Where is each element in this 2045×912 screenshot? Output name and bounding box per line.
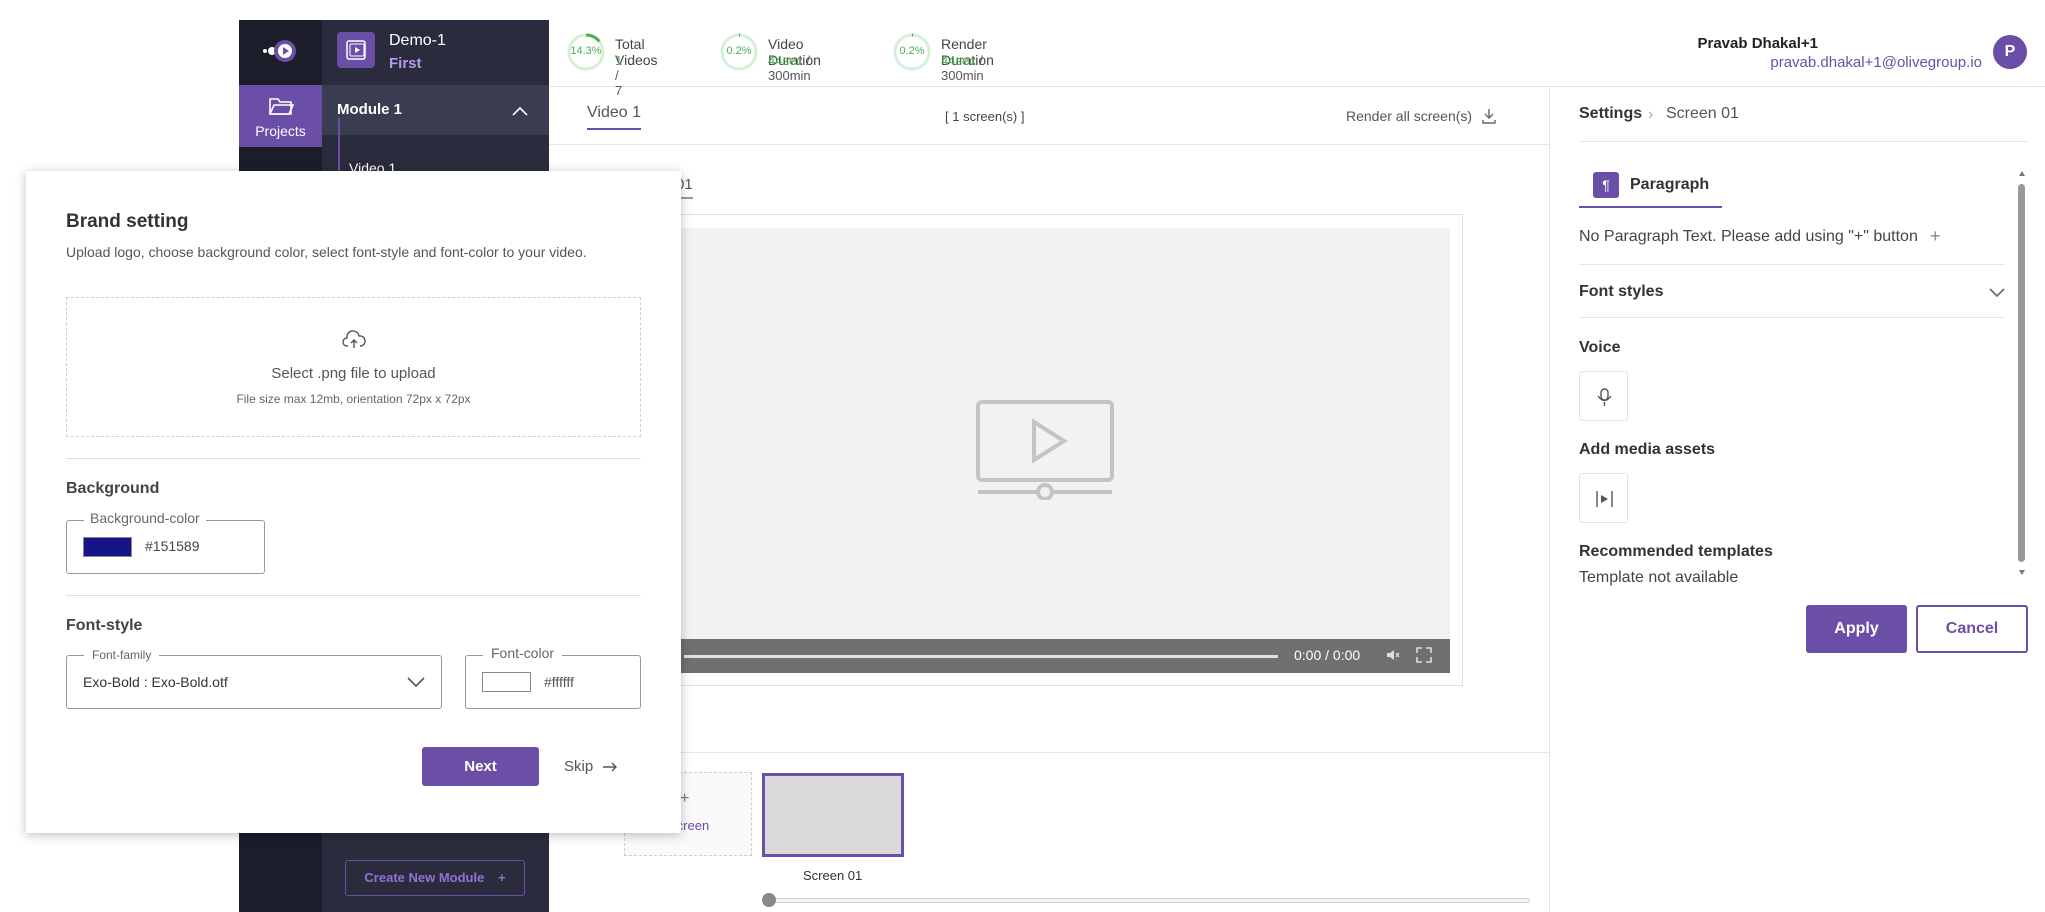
stat-percent: 0.2% xyxy=(899,45,925,57)
font-color-value[interactable]: #ffffff xyxy=(544,674,574,690)
screen-count: [ 1 screen(s) ] xyxy=(945,109,1025,124)
timeline-handle[interactable] xyxy=(762,893,776,907)
chevron-down-icon[interactable] xyxy=(1988,285,2006,303)
tab-video[interactable]: Video 1 xyxy=(587,104,641,130)
thumbnail-divider xyxy=(549,752,1549,753)
recommended-templates-label: Recommended templates xyxy=(1579,543,1773,560)
upload-instruction: Select .png file to upload xyxy=(271,365,436,382)
breadcrumb-screen: Screen 01 xyxy=(1666,105,1739,122)
breadcrumb-divider xyxy=(1579,141,2028,142)
skip-button[interactable]: Skip xyxy=(564,758,593,775)
player-time: 0:00 / 0:00 xyxy=(1294,647,1361,663)
mute-icon[interactable] xyxy=(1385,647,1401,668)
avatar[interactable]: P xyxy=(1993,35,2027,69)
background-color-legend: Background-color xyxy=(84,510,206,526)
add-media-button[interactable] xyxy=(1579,473,1628,523)
cancel-button[interactable]: Cancel xyxy=(1916,605,2028,653)
cloud-upload-icon xyxy=(342,330,366,355)
background-color-value[interactable]: #151589 xyxy=(145,538,200,554)
settings-divider xyxy=(1549,87,1550,912)
nav-projects-label: Projects xyxy=(255,123,306,139)
app-logo[interactable] xyxy=(259,36,301,66)
add-paragraph-icon[interactable]: + xyxy=(1930,226,1941,247)
project-icon xyxy=(337,32,375,68)
modal-divider xyxy=(66,595,641,596)
microphone-icon xyxy=(1597,388,1612,406)
stat-value: 44sec / 300min xyxy=(941,53,984,83)
section-divider xyxy=(1579,264,2005,265)
stat-percent: 14.3% xyxy=(570,45,602,57)
video-placeholder-icon xyxy=(976,400,1114,505)
render-all-button[interactable]: Render all screen(s) xyxy=(1346,108,1472,124)
section-divider xyxy=(1579,317,2005,318)
media-assets-label: Add media assets xyxy=(1579,441,1716,458)
user-name: Pravab Dhakal+1 xyxy=(1697,35,1819,52)
stat-value: 1 / 7 xyxy=(615,53,623,98)
folder-icon xyxy=(268,98,294,115)
plus-icon: + xyxy=(497,870,506,885)
screen-thumbnail-label: Screen 01 xyxy=(803,868,863,883)
font-color-legend: Font-color xyxy=(483,645,563,661)
create-module-button[interactable]: Create New Module + xyxy=(345,860,525,896)
module-label: Module 1 xyxy=(337,101,403,118)
upload-constraints: File size max 12mb, orientation 72px x 7… xyxy=(236,392,471,406)
modal-title: Brand setting xyxy=(66,211,189,232)
background-heading: Background xyxy=(66,480,160,497)
seek-bar[interactable] xyxy=(684,655,1278,658)
tab-paragraph-label: Paragraph xyxy=(1630,176,1710,193)
timeline-slider[interactable] xyxy=(768,898,1530,903)
create-module-label: Create New Module xyxy=(364,870,485,885)
font-color-swatch[interactable] xyxy=(482,672,531,692)
stat-value: 44sec / 300min xyxy=(768,53,811,83)
project-name[interactable]: Demo-1 xyxy=(389,32,446,50)
recommended-templates-value: Template not available xyxy=(1579,569,1739,586)
media-icon xyxy=(1596,491,1613,507)
plus-icon: + xyxy=(680,790,690,807)
paragraph-icon: ¶ xyxy=(1593,172,1619,198)
modal-description: Upload logo, choose background color, se… xyxy=(66,244,587,260)
font-family-value[interactable]: Exo-Bold : Exo-Bold.otf xyxy=(83,674,228,690)
next-button[interactable]: Next xyxy=(422,747,539,786)
project-subtitle: First xyxy=(389,55,422,72)
font-style-heading: Font-style xyxy=(66,617,143,634)
user-email: pravab.dhakal+1@olivegroup.io xyxy=(1770,54,1982,71)
apply-button[interactable]: Apply xyxy=(1806,605,1907,653)
download-icon[interactable] xyxy=(1480,107,1498,130)
stat-percent: 0.2% xyxy=(726,45,752,57)
voice-label: Voice xyxy=(1579,339,1621,356)
font-styles-toggle[interactable]: Font styles xyxy=(1579,283,1663,301)
tab-divider xyxy=(549,144,1549,145)
scrollbar-thumb[interactable] xyxy=(2018,184,2025,562)
arrow-right-icon[interactable] xyxy=(601,758,619,781)
add-voice-button[interactable] xyxy=(1579,371,1628,421)
font-family-legend: Font-family xyxy=(84,648,160,662)
breadcrumb-settings[interactable]: Settings xyxy=(1579,105,1642,123)
nav-projects[interactable]: Projects xyxy=(239,85,322,147)
screen-thumbnail[interactable] xyxy=(762,773,904,857)
fullscreen-icon[interactable] xyxy=(1415,646,1433,669)
chevron-down-icon[interactable] xyxy=(406,675,426,693)
background-color-swatch[interactable] xyxy=(83,537,132,557)
brand-setting-modal xyxy=(26,171,681,833)
modal-divider xyxy=(66,458,641,459)
empty-paragraph-message: No Paragraph Text. Please add using "+" … xyxy=(1579,228,1918,245)
chevron-right-icon: › xyxy=(1648,106,1654,123)
